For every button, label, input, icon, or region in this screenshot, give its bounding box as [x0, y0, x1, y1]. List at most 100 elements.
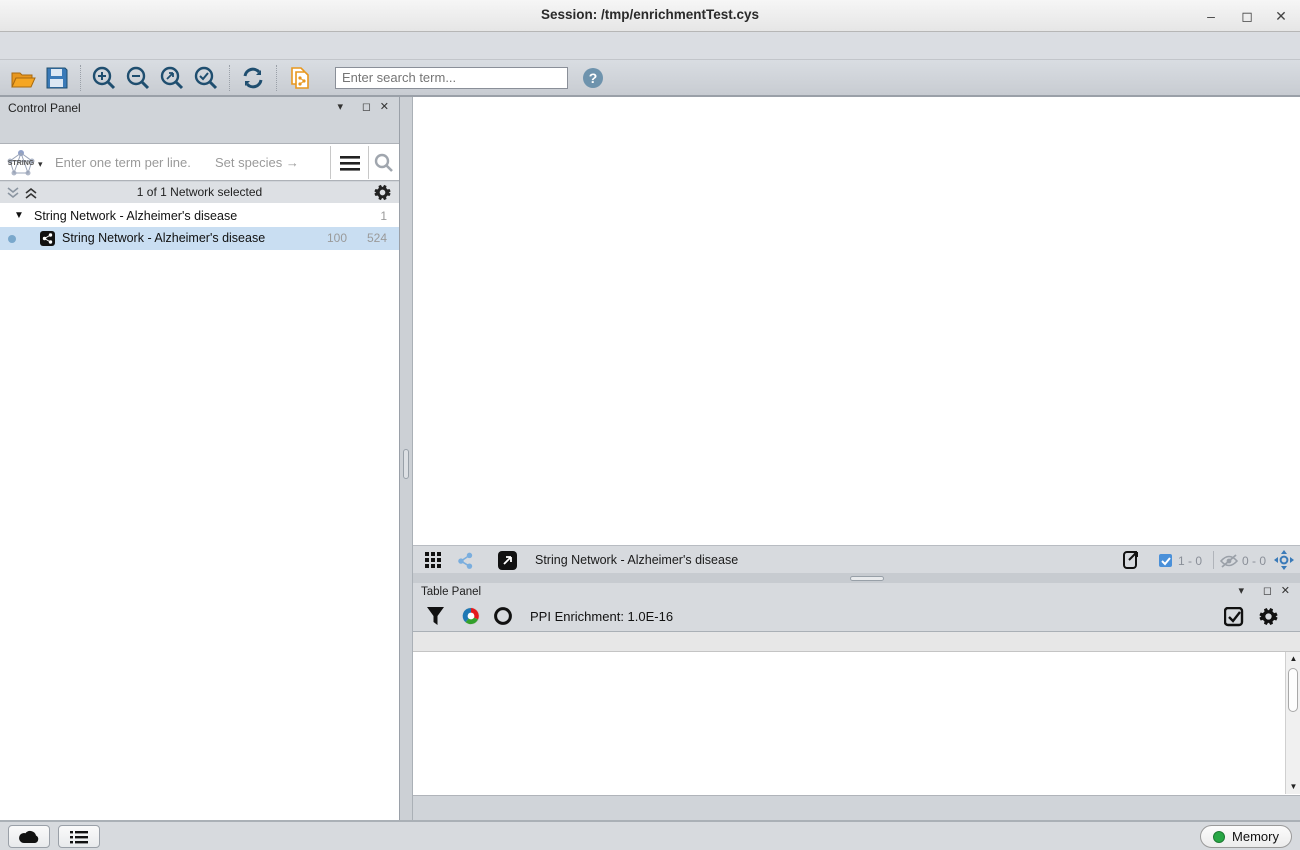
close-button[interactable]: ✕ — [1268, 6, 1294, 26]
table-panel-divider[interactable] — [413, 573, 1300, 583]
network-node-count: 100 — [317, 231, 347, 245]
table-panel: Table Panel ▾ ◻ ✕ PPI Enrichment: 1.0E-1… — [413, 583, 1300, 795]
grid-icon — [425, 552, 441, 568]
share-icon — [457, 552, 474, 569]
svg-text:?: ? — [589, 70, 598, 86]
minimize-button[interactable]: – — [1198, 6, 1224, 26]
donut-chart-icon[interactable] — [461, 606, 481, 626]
refresh-icon — [241, 66, 265, 90]
network-label: String Network - Alzheimer's disease — [62, 231, 265, 245]
collection-count: 1 — [357, 209, 387, 223]
divider-grip[interactable] — [403, 449, 409, 479]
current-network-dot-icon — [8, 235, 16, 243]
network-view-toolbar: String Network - Alzheimer's disease 1 -… — [413, 545, 1300, 573]
save-session-button[interactable] — [40, 63, 74, 93]
close-panel-icon[interactable]: ✕ — [380, 100, 389, 113]
cloud-icon — [18, 829, 40, 844]
search-input[interactable] — [335, 67, 568, 89]
control-panel: Control Panel ▾ ◻ ✕ STRING ▾ Enter one t… — [0, 97, 400, 820]
select-rows-checkbox-icon[interactable] — [1224, 607, 1244, 627]
enrichment-toolbar: PPI Enrichment: 1.0E-16 — [413, 602, 1300, 630]
string-query-placeholder[interactable]: Enter one term per line. — [55, 155, 191, 170]
filter-icon[interactable] — [427, 607, 444, 625]
ppi-enrichment-value: PPI Enrichment: 1.0E-16 — [530, 609, 673, 624]
network-row-selected[interactable]: String Network - Alzheimer's disease 100… — [0, 227, 399, 250]
ring-chart-icon[interactable] — [493, 606, 513, 626]
selected-nodes-checkbox-icon[interactable] — [1159, 554, 1173, 568]
collection-label: String Network - Alzheimer's disease — [34, 209, 237, 223]
scroll-down-icon[interactable]: ▼ — [1286, 780, 1300, 794]
network-options-gear-icon[interactable] — [374, 184, 391, 201]
copy-network-icon — [287, 65, 313, 91]
zoom-in-icon — [91, 65, 117, 91]
selected-counter: 1 - 0 — [1178, 554, 1202, 568]
zoom-fit-icon — [159, 65, 185, 91]
birdseye-toggle-button[interactable] — [453, 549, 477, 571]
help-button[interactable]: ? — [576, 63, 610, 93]
control-panel-header: Control Panel ▾ ◻ ✕ — [0, 97, 399, 119]
tree-expander-icon[interactable]: ▼ — [14, 210, 24, 221]
menu-bar — [0, 32, 1300, 60]
hidden-nodes-eye-icon[interactable] — [1220, 554, 1238, 568]
zoom-fit-button[interactable] — [155, 63, 189, 93]
memory-label: Memory — [1232, 829, 1279, 844]
scroll-up-icon[interactable]: ▲ — [1286, 652, 1300, 666]
main-toolbar: ? — [0, 60, 1300, 97]
zoom-selected-button[interactable] — [189, 63, 223, 93]
zoom-out-button[interactable] — [121, 63, 155, 93]
cloud-tasks-button[interactable] — [8, 825, 50, 848]
network-collection-row[interactable]: ▼ String Network - Alzheimer's disease 1 — [0, 205, 399, 227]
network-view-title: String Network - Alzheimer's disease — [535, 553, 738, 567]
string-options-menu-icon[interactable] — [340, 155, 360, 171]
table-divider-grip[interactable] — [850, 576, 884, 581]
zoom-selected-icon — [193, 65, 219, 91]
memory-button[interactable]: Memory — [1200, 825, 1292, 848]
table-scrollbar[interactable]: ▲ ▼ — [1285, 652, 1300, 794]
export-icon — [1120, 550, 1140, 570]
network-tree: ▼ String Network - Alzheimer's disease 1… — [0, 203, 399, 820]
network-edge-count: 524 — [357, 231, 387, 245]
hidden-counter: 0 - 0 — [1242, 554, 1266, 568]
control-panel-title: Control Panel — [8, 101, 81, 115]
arrow-box-icon — [498, 551, 517, 570]
pan-navigate-icon[interactable] — [1273, 549, 1295, 571]
table-float-icon[interactable]: ◻ — [1263, 584, 1272, 597]
export-view-button[interactable] — [1118, 549, 1142, 571]
table-panel-menu-icon[interactable]: ▾ — [1238, 584, 1244, 597]
maximize-button[interactable]: ◻ — [1234, 6, 1260, 26]
table-settings-gear-icon[interactable] — [1259, 607, 1278, 626]
open-folder-icon — [10, 67, 36, 89]
panel-menu-icon[interactable]: ▾ — [337, 100, 343, 113]
open-view-button[interactable] — [495, 549, 519, 571]
network-view[interactable] — [413, 97, 1300, 545]
species-selector[interactable]: Set species → — [215, 155, 299, 170]
string-db-dropdown[interactable]: ▾ — [38, 159, 43, 170]
save-icon — [45, 66, 69, 90]
zoom-out-icon — [125, 65, 151, 91]
window-title: Session: /tmp/enrichmentTest.cys — [0, 7, 1300, 22]
network-graph[interactable] — [413, 97, 1300, 545]
zoom-in-button[interactable] — [87, 63, 121, 93]
network-selection-row: 1 of 1 Network selected — [0, 182, 399, 203]
open-session-button[interactable] — [6, 63, 40, 93]
list-icon — [70, 830, 88, 844]
help-icon: ? — [581, 66, 605, 90]
refresh-button[interactable] — [236, 63, 270, 93]
status-bar: Memory — [0, 820, 1300, 850]
task-list-button[interactable] — [58, 825, 100, 848]
memory-status-dot-icon — [1213, 831, 1225, 843]
enrichment-table: ▲ ▼ — [413, 631, 1300, 795]
string-logo-icon: STRING — [4, 148, 38, 178]
float-panel-icon[interactable]: ◻ — [362, 100, 371, 113]
string-search-icon[interactable] — [374, 153, 394, 173]
scrollbar-thumb[interactable] — [1288, 668, 1298, 712]
grid-view-button[interactable] — [421, 549, 445, 571]
table-header-row — [413, 632, 1300, 652]
network-selected-status: 1 of 1 Network selected — [0, 185, 399, 199]
table-close-icon[interactable]: ✕ — [1281, 584, 1290, 597]
table-tabs — [413, 795, 1300, 820]
panel-divider[interactable] — [400, 97, 413, 820]
table-body: ▲ ▼ — [413, 652, 1300, 794]
network-type-icon — [40, 231, 55, 246]
network-copy-button[interactable] — [283, 63, 317, 93]
